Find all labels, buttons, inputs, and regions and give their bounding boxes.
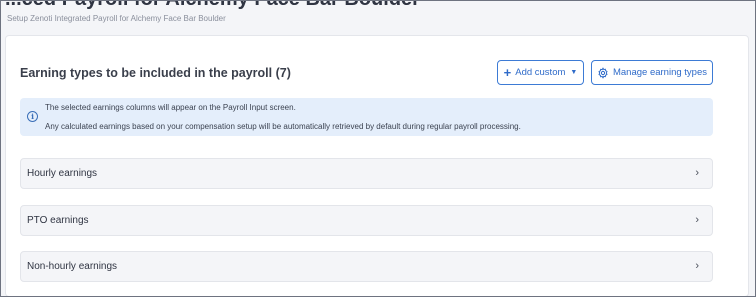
app-window: ...ced Payroll for Alchemy Face Bar Boul…	[0, 0, 756, 297]
page-subtitle: Setup Zenoti Integrated Payroll for Alch…	[7, 14, 226, 23]
add-custom-label: Add custom	[515, 67, 566, 78]
gear-icon	[597, 66, 609, 79]
info-line-1: The selected earnings columns will appea…	[45, 103, 296, 112]
manage-earning-types-label: Manage earning types	[612, 67, 707, 78]
manage-earning-types-button[interactable]: Manage earning types	[591, 60, 713, 85]
chevron-right-icon: ›	[695, 167, 699, 179]
accordion-label: PTO earnings	[27, 215, 89, 226]
page-title: ...ced Payroll for Alchemy Face Bar Boul…	[5, 1, 420, 11]
info-line-2: Any calculated earnings based on your co…	[45, 122, 521, 131]
earning-types-card: Earning types to be included in the payr…	[5, 35, 749, 296]
info-icon: i	[27, 111, 38, 122]
accordion-label: Non-hourly earnings	[27, 261, 118, 272]
chevron-right-icon: ›	[695, 214, 699, 226]
caret-down-icon: ▼	[570, 69, 578, 76]
plus-icon: +	[503, 64, 512, 80]
add-custom-button[interactable]: + Add custom ▼	[497, 60, 584, 85]
accordion-label: Hourly earnings	[27, 168, 98, 179]
accordion-non-hourly-earnings[interactable]: Non-hourly earnings ›	[20, 251, 713, 282]
section-title: Earning types to be included in the payr…	[20, 66, 291, 80]
info-banner: i The selected earnings columns will app…	[20, 98, 713, 136]
page-header: ...ced Payroll for Alchemy Face Bar Boul…	[1, 1, 755, 33]
chevron-right-icon: ›	[695, 260, 699, 272]
accordion-hourly-earnings[interactable]: Hourly earnings ›	[20, 158, 713, 189]
accordion-pto-earnings[interactable]: PTO earnings ›	[20, 205, 713, 236]
